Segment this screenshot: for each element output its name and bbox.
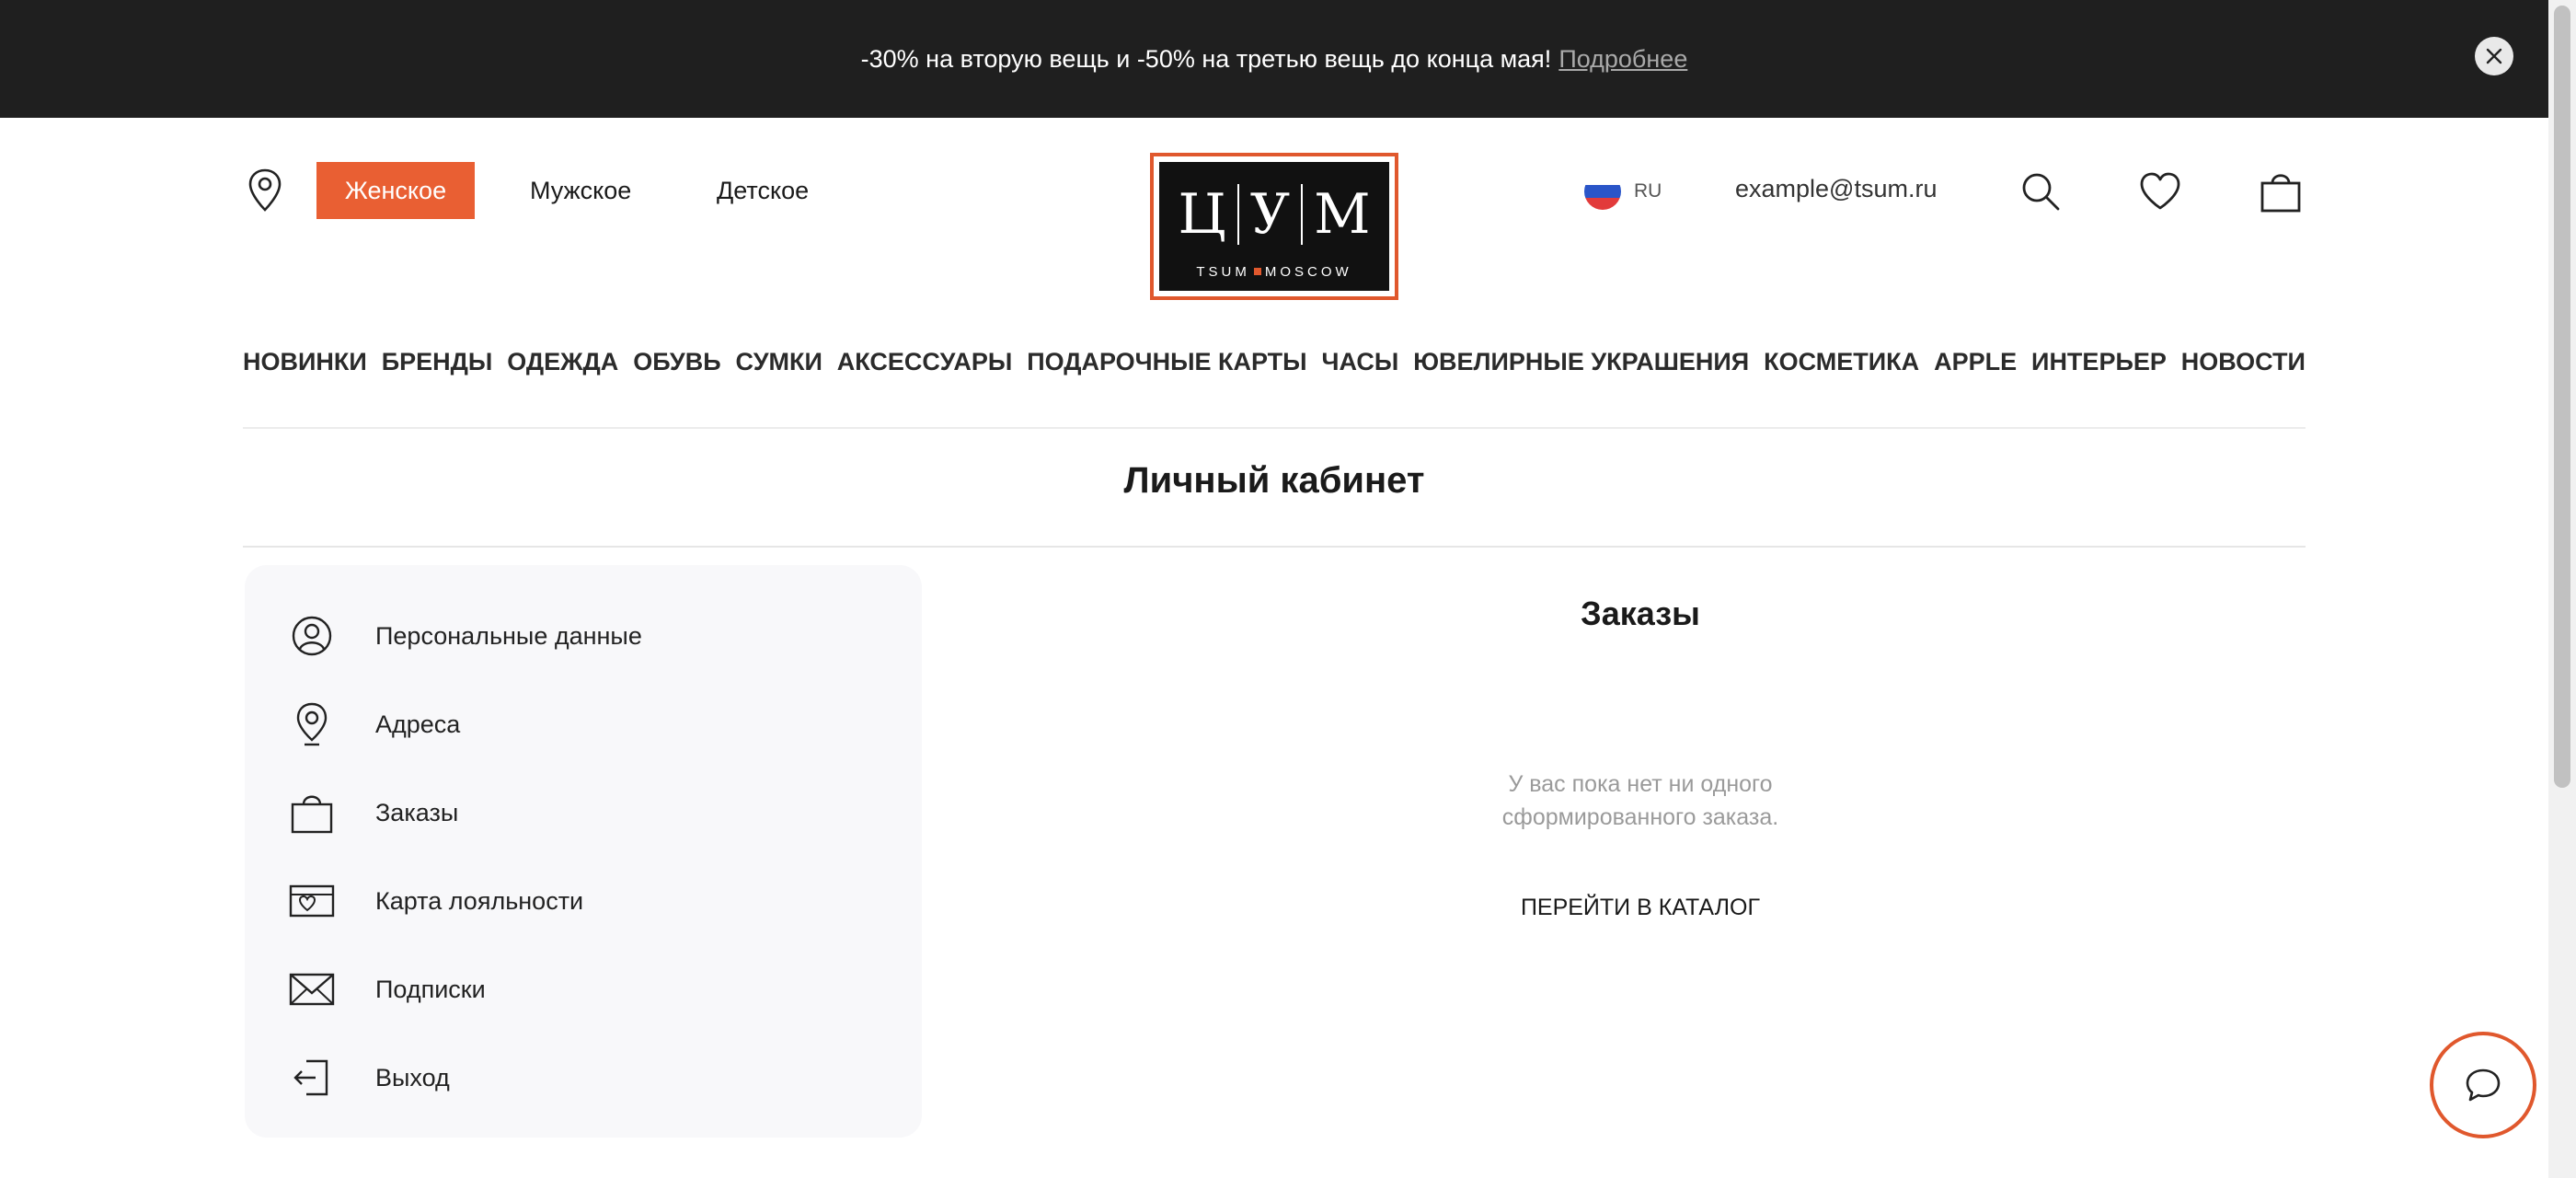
tsum-logo[interactable]: Ц У М TSUM MOSCOW: [1150, 153, 1398, 300]
logo-letters: Ц У М: [1159, 182, 1389, 247]
category-link-interior[interactable]: ИНТЕРЬЕР: [2031, 348, 2167, 376]
chat-bubble-icon: [2466, 1068, 2501, 1102]
sidebar-item-label: Адреса: [375, 710, 461, 738]
user-icon: [292, 616, 332, 656]
category-link-shoes[interactable]: ОБУВЬ: [633, 348, 720, 376]
empty-orders-line: У вас пока нет ни одного: [1508, 771, 1773, 797]
scrollbar-thumb[interactable]: [2554, 6, 2570, 788]
russia-flag-icon: [1584, 173, 1621, 210]
empty-orders-message: У вас пока нет ни одного сформированного…: [1380, 768, 1901, 834]
category-link-cosmetics[interactable]: КОСМЕТИКА: [1764, 348, 1919, 376]
sidebar-item-label: Заказы: [375, 798, 459, 826]
shopping-bag-icon: [291, 795, 333, 834]
account-email-link[interactable]: example@tsum.ru: [1735, 175, 1937, 203]
category-link-gift-cards[interactable]: ПОДАРОЧНЫЕ КАРТЫ: [1027, 348, 1306, 376]
sidebar-item-loyalty-card[interactable]: Карта лояльности: [289, 878, 583, 924]
promo-more-link[interactable]: Подробнее: [1558, 45, 1687, 74]
sidebar-item-orders[interactable]: Заказы: [289, 790, 458, 836]
logo-sub-right: MOSCOW: [1264, 264, 1352, 280]
page-title: Личный кабинет: [1123, 460, 1425, 501]
orders-title: Заказы: [1581, 595, 1700, 632]
loyalty-card-icon: [289, 884, 335, 918]
category-link-accessories[interactable]: АКСЕССУАРЫ: [837, 348, 1012, 376]
gender-tab-men[interactable]: Мужское: [530, 162, 631, 219]
account-sidebar: Персональные данные Адреса Заказы Карта …: [245, 565, 922, 1138]
search-icon[interactable]: [2018, 169, 2063, 214]
category-link-new[interactable]: НОВИНКИ: [243, 348, 367, 376]
close-banner-button[interactable]: [2475, 37, 2513, 75]
category-link-bags[interactable]: СУМКИ: [736, 348, 822, 376]
nav-divider: [243, 427, 2306, 429]
category-link-clothing[interactable]: ОДЕЖДА: [507, 348, 618, 376]
sidebar-item-addresses[interactable]: Адреса: [289, 701, 460, 747]
category-link-news[interactable]: НОВОСТИ: [2181, 348, 2306, 376]
promo-text: -30% на вторую вещь и -50% на третью вещ…: [860, 44, 1552, 73]
category-nav: НОВИНКИ БРЕНДЫ ОДЕЖДА ОБУВЬ СУМКИ АКСЕСС…: [243, 348, 2306, 376]
heart-icon[interactable]: [2138, 169, 2182, 214]
logo-letter: У: [1249, 182, 1291, 247]
category-link-brands[interactable]: БРЕНДЫ: [382, 348, 493, 376]
cart-bag-icon[interactable]: [2259, 169, 2303, 214]
logout-icon: [293, 1059, 328, 1096]
logo-sub-left: TSUM: [1196, 264, 1250, 280]
close-icon: [2486, 48, 2502, 64]
sidebar-item-label: Выход: [375, 1063, 450, 1091]
sidebar-item-subscriptions[interactable]: Подписки: [289, 966, 486, 1012]
category-link-jewelry[interactable]: ЮВЕЛИРНЫЕ УКРАШЕНИЯ: [1413, 348, 1749, 376]
sidebar-item-personal-data[interactable]: Персональные данные: [289, 613, 642, 659]
logo-subtitle: TSUM MOSCOW: [1159, 264, 1389, 280]
go-to-catalog-link[interactable]: ПЕРЕЙТИ В КАТАЛОГ: [1380, 895, 1901, 921]
gender-tab-women[interactable]: Женское: [316, 162, 475, 219]
logo-letter: Ц: [1178, 182, 1226, 247]
logo-plate: Ц У М TSUM MOSCOW: [1159, 162, 1389, 291]
logo-dot: [1253, 268, 1261, 275]
promo-banner: -30% на вторую вещь и -50% на третью вещ…: [0, 0, 2548, 118]
sidebar-item-label: Персональные данные: [375, 621, 642, 650]
category-link-watches[interactable]: ЧАСЫ: [1322, 348, 1399, 376]
category-link-apple[interactable]: APPLE: [1934, 348, 2017, 376]
gender-tab-kids[interactable]: Детское: [717, 162, 809, 219]
location-pin-icon: [296, 702, 328, 746]
logo-letter: М: [1314, 182, 1371, 247]
language-code: RU: [1634, 180, 1662, 202]
title-divider: [243, 546, 2306, 548]
sidebar-item-label: Подписки: [375, 975, 486, 1003]
language-switcher[interactable]: RU: [1584, 173, 1662, 210]
sidebar-item-logout[interactable]: Выход: [289, 1055, 450, 1101]
envelope-icon: [289, 973, 335, 1006]
page-scrollbar[interactable]: [2548, 0, 2576, 1178]
empty-orders-line: сформированного заказа.: [1501, 804, 1779, 830]
chat-button[interactable]: [2430, 1032, 2536, 1138]
sidebar-item-label: Карта лояльности: [375, 886, 584, 915]
store-location-icon[interactable]: [247, 167, 283, 214]
